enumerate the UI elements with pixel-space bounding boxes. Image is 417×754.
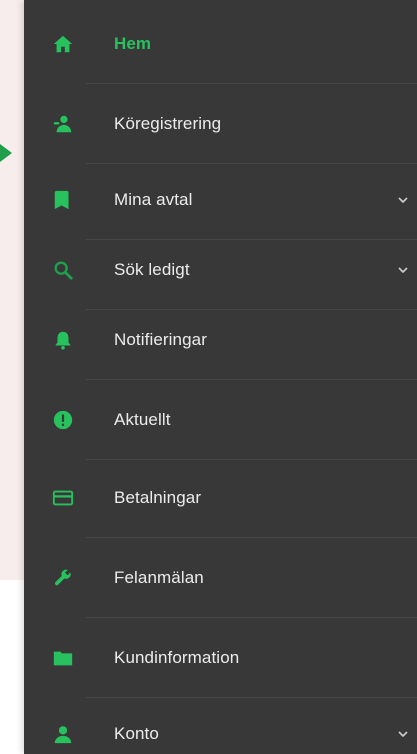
arrow-icon <box>0 144 12 162</box>
nav-label: Kundinformation <box>114 648 240 667</box>
nav-label: Notifieringar <box>114 330 207 349</box>
bell-icon <box>50 327 76 353</box>
user-icon <box>50 721 76 747</box>
chevron-down-icon[interactable] <box>397 264 409 276</box>
queue-person-icon <box>50 111 76 137</box>
nav-item-hem[interactable]: Hem <box>24 4 417 84</box>
nav-label: Aktuellt <box>114 410 171 429</box>
nav-item-betalningar[interactable]: Betalningar <box>24 458 417 538</box>
search-icon <box>50 257 76 283</box>
nav-label: Mina avtal <box>114 190 193 209</box>
sidebar-navigation: Hem Köregistrering Mina avtal Sök ledigt… <box>24 0 417 754</box>
credit-card-icon <box>50 485 76 511</box>
nav-label: Betalningar <box>114 488 202 507</box>
chevron-down-icon[interactable] <box>397 194 409 206</box>
nav-label: Felanmälan <box>114 568 204 587</box>
nav-item-aktuellt[interactable]: Aktuellt <box>24 380 417 460</box>
info-icon <box>50 407 76 433</box>
folder-icon <box>50 645 76 671</box>
wrench-icon <box>50 565 76 591</box>
nav-item-konto[interactable]: Konto <box>24 694 417 754</box>
nav-label: Sök ledigt <box>114 260 190 279</box>
nav-label: Köregistrering <box>114 114 222 133</box>
nav-item-felanmalan[interactable]: Felanmälan <box>24 538 417 618</box>
nav-item-sok-ledigt[interactable]: Sök ledigt <box>24 230 417 310</box>
nav-item-koregistrering[interactable]: Köregistrering <box>24 84 417 164</box>
nav-item-mina-avtal[interactable]: Mina avtal <box>24 160 417 240</box>
nav-label: Konto <box>114 724 159 743</box>
home-icon <box>50 31 76 57</box>
nav-label: Hem <box>114 34 152 53</box>
chevron-down-icon[interactable] <box>397 728 409 740</box>
nav-item-notifieringar[interactable]: Notifieringar <box>24 300 417 380</box>
document-icon <box>50 187 76 213</box>
nav-item-kundinformation[interactable]: Kundinformation <box>24 618 417 698</box>
